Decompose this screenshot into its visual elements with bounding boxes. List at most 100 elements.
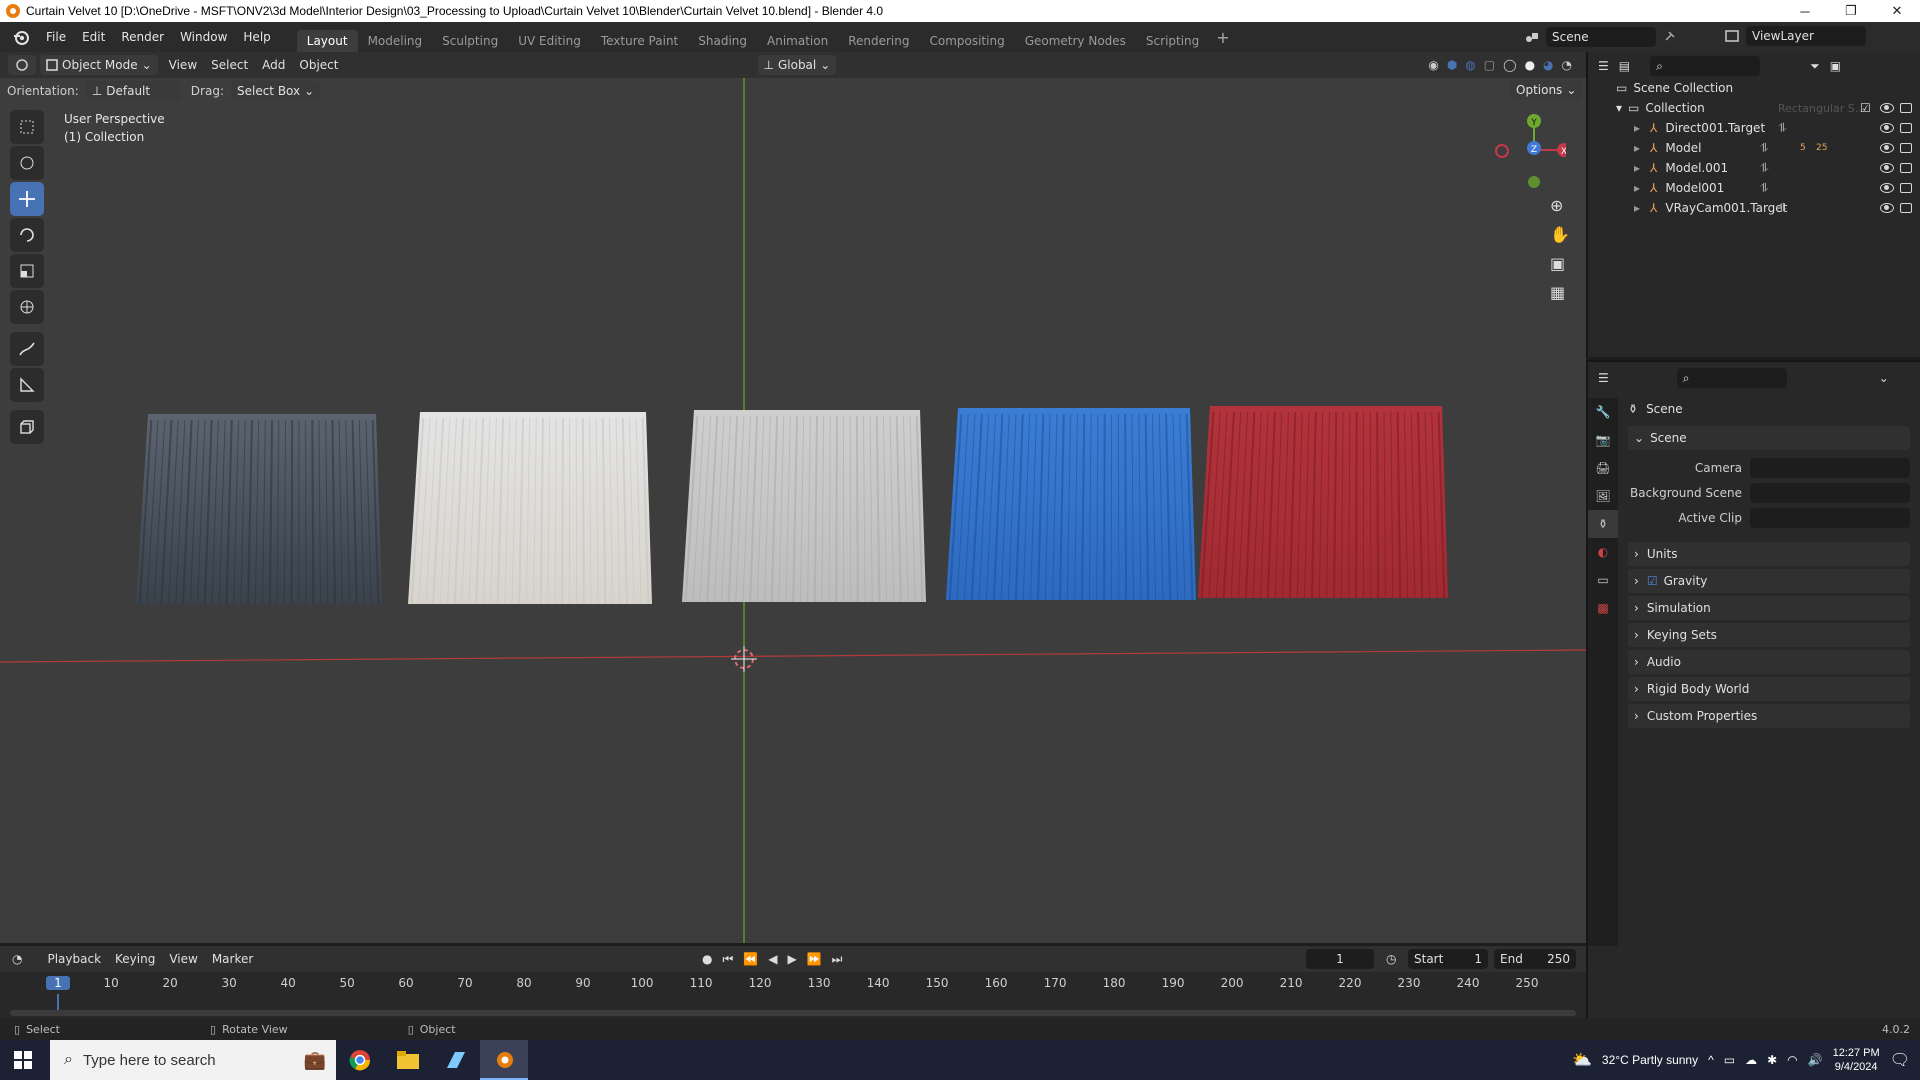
render-camera-icon[interactable] — [1900, 143, 1912, 153]
expand-arrow-icon[interactable]: ▸ — [1634, 181, 1640, 195]
menu-edit[interactable]: Edit — [74, 30, 113, 44]
weather-icon[interactable]: ⛅ — [1572, 1050, 1592, 1070]
panel-simulation[interactable]: › Simulation — [1628, 596, 1910, 620]
tab-modeling[interactable]: Modeling — [358, 30, 433, 52]
header-menu-select[interactable]: Select — [204, 58, 255, 72]
mode-dropdown[interactable]: Object Mode ⌄ — [40, 55, 158, 75]
timeline-menu-keying[interactable]: Keying — [108, 952, 162, 966]
gravity-checkbox[interactable]: ☑ — [1647, 574, 1658, 588]
tab-layout[interactable]: Layout — [296, 30, 358, 52]
render-camera-icon[interactable] — [1900, 203, 1912, 213]
cursor-tool[interactable] — [10, 146, 44, 180]
add-workspace-button[interactable]: + — [1209, 28, 1236, 47]
curtain-1[interactable] — [136, 414, 382, 605]
select-box-tool[interactable] — [10, 110, 44, 144]
render-camera-icon[interactable] — [1900, 163, 1912, 173]
outliner-item[interactable]: ▸ ⅄ VRayCam001.Target ⥮ — [1588, 198, 1920, 218]
menu-file[interactable]: File — [38, 30, 74, 44]
new-collection-icon[interactable]: ▣ — [1830, 59, 1841, 73]
field-input[interactable] — [1750, 483, 1910, 503]
outliner-search-input[interactable]: ⌕ — [1650, 56, 1761, 76]
tab-scripting[interactable]: Scripting — [1136, 30, 1209, 52]
panel-rigid-body-world[interactable]: › Rigid Body World — [1628, 677, 1910, 701]
curtain-2[interactable] — [408, 412, 652, 605]
navigation-gizmo[interactable]: Y Z X — [1486, 108, 1571, 198]
notification-icon[interactable]: 🗨 — [1890, 1050, 1910, 1070]
orthographic-grid-icon[interactable]: ▦ — [1550, 283, 1570, 302]
gizmo-toggle-icon[interactable]: ⬢ — [1447, 58, 1457, 72]
visibility-icon[interactable]: ◉ — [1428, 58, 1438, 72]
transform-orientation-dropdown[interactable]: ⊥ Global ⌄ — [757, 55, 837, 75]
drag-dropdown[interactable]: Select Box ⌄ — [230, 81, 321, 101]
scene-panel-header[interactable]: ⌄ Scene — [1628, 426, 1910, 450]
tab-texture-paint[interactable]: Texture Paint — [591, 30, 688, 52]
menu-render[interactable]: Render — [113, 30, 172, 44]
constraint-icon[interactable]: ⥮ — [1760, 181, 1769, 196]
scale-tool[interactable] — [10, 254, 44, 288]
tab-geometry-nodes[interactable]: Geometry Nodes — [1015, 30, 1136, 52]
outliner-editor-icon[interactable]: ☰ — [1598, 59, 1609, 73]
outliner-collection[interactable]: ▾ ▭ Collection Rectangular S... ☑ — [1588, 98, 1920, 118]
header-menu-object[interactable]: Object — [292, 58, 345, 72]
outliner-item[interactable]: ▸ ⅄ Model001 ⥮ — [1588, 178, 1920, 198]
menu-window[interactable]: Window — [172, 30, 235, 44]
measure-tool[interactable] — [10, 368, 44, 402]
visibility-eye-icon[interactable] — [1880, 203, 1894, 213]
annotate-tool[interactable] — [10, 332, 44, 366]
rendered-shading-icon[interactable]: ◔ — [1562, 58, 1572, 72]
editor-type-button[interactable] — [8, 55, 36, 75]
filter-icon[interactable]: ⏷ — [1810, 59, 1820, 74]
current-frame-field[interactable]: 1 — [1306, 949, 1374, 969]
scene-field[interactable]: Scene — [1546, 27, 1656, 47]
panel-units[interactable]: › Units — [1628, 542, 1910, 566]
tab-rendering[interactable]: Rendering — [838, 30, 919, 52]
taskbar-clock[interactable]: 12:27 PM 9/4/2024 — [1833, 1046, 1880, 1074]
3d-viewport[interactable] — [0, 78, 1586, 943]
viewlayer-field[interactable]: ViewLayer — [1746, 26, 1866, 46]
jump-start-icon[interactable]: ⏮ — [722, 952, 733, 967]
transform-tool[interactable] — [10, 290, 44, 324]
orientation-dropdown[interactable]: ⊥ Default — [85, 81, 180, 101]
taskbar-search-box[interactable]: ⌕ Type here to search 💼 — [50, 1040, 336, 1080]
tab-compositing[interactable]: Compositing — [919, 30, 1014, 52]
record-icon[interactable]: ● — [702, 952, 712, 967]
tray-chevron-icon[interactable]: ^ — [1708, 1053, 1714, 1067]
volume-icon[interactable]: 🔊 — [1808, 1053, 1823, 1067]
blender-taskbar-icon[interactable] — [480, 1040, 528, 1080]
expand-arrow-icon[interactable]: ▸ — [1634, 141, 1640, 155]
timeline-scrollbar[interactable] — [10, 1010, 1576, 1016]
minimize-button[interactable]: ─ — [1782, 0, 1828, 22]
render-camera-icon[interactable] — [1900, 183, 1912, 193]
render-camera-icon[interactable] — [1900, 103, 1912, 113]
panel-audio[interactable]: › Audio — [1628, 650, 1910, 674]
visibility-eye-icon[interactable] — [1880, 123, 1894, 133]
close-button[interactable]: ✕ — [1874, 0, 1920, 22]
expand-arrow-icon[interactable]: ▸ — [1634, 161, 1640, 175]
field-input[interactable] — [1750, 508, 1910, 528]
scene-tab-icon[interactable]: ⚱ — [1588, 510, 1618, 538]
timeline-menu-marker[interactable]: Marker — [205, 952, 260, 966]
curtain-5[interactable] — [1198, 406, 1448, 599]
add-cube-tool[interactable] — [10, 410, 44, 444]
overlay-toggle-icon[interactable]: ◍ — [1465, 58, 1475, 72]
render-tab-icon[interactable]: 📷 — [1588, 426, 1618, 454]
timeline-editor-icon[interactable]: ◔ — [12, 952, 22, 966]
end-frame-field[interactable]: End 250 — [1494, 949, 1576, 969]
file-explorer-icon[interactable] — [384, 1040, 432, 1080]
wireframe-shading-icon[interactable]: ◯ — [1503, 58, 1516, 72]
visibility-eye-icon[interactable] — [1880, 183, 1894, 193]
visibility-eye-icon[interactable] — [1880, 103, 1894, 113]
network-icon[interactable]: ▭ — [1724, 1053, 1735, 1067]
texture-tab-icon[interactable]: ▩ — [1588, 594, 1618, 622]
header-menu-add[interactable]: Add — [255, 58, 292, 72]
onedrive-icon[interactable]: ☁ — [1745, 1053, 1757, 1067]
outliner-item[interactable]: ▸ ⅄ Model.001 ⥮ — [1588, 158, 1920, 178]
exclude-checkbox[interactable]: ☑ — [1860, 101, 1871, 115]
current-frame-marker[interactable]: 1 — [46, 976, 70, 990]
bluetooth-icon[interactable]: ✱ — [1767, 1053, 1777, 1067]
wifi-icon[interactable]: ◠ — [1787, 1053, 1797, 1067]
output-tab-icon[interactable]: 🖨 — [1588, 454, 1618, 482]
windows-start-icon[interactable] — [0, 1040, 46, 1080]
move-tool[interactable] — [10, 182, 44, 216]
camera-view-icon[interactable]: ▣ — [1550, 254, 1570, 273]
